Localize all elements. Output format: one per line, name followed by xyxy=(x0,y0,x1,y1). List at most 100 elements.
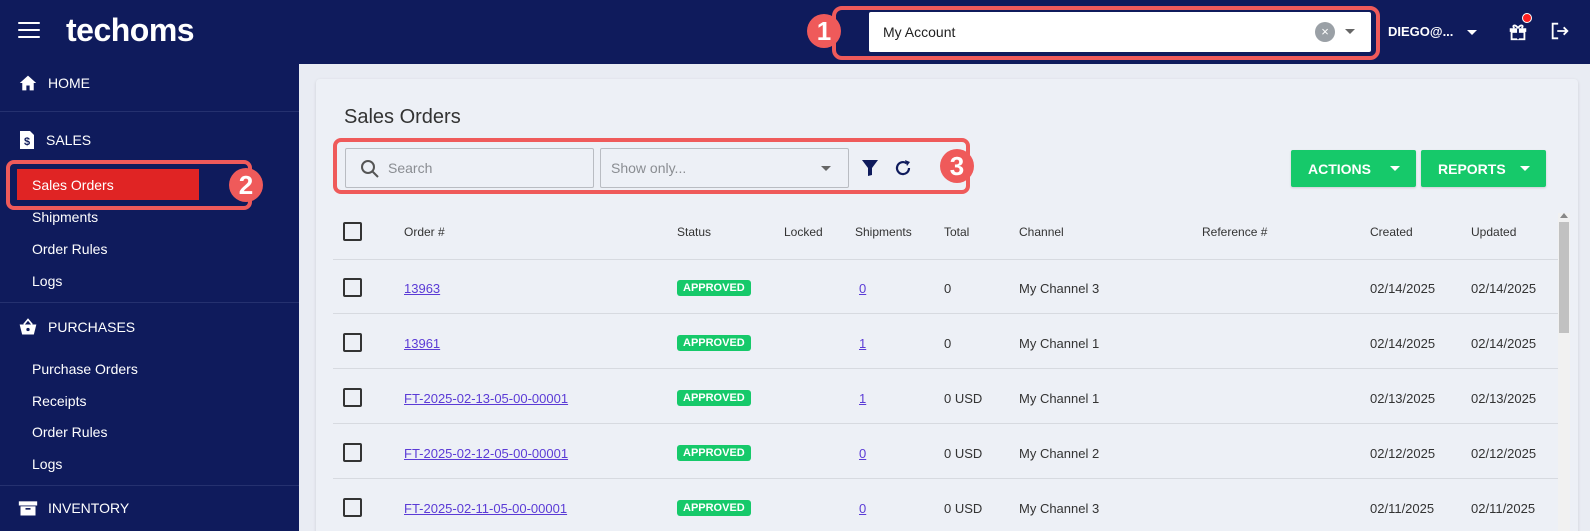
updated-cell: 02/14/2025 xyxy=(1471,281,1537,296)
row-checkbox[interactable] xyxy=(343,443,362,462)
logout-icon[interactable] xyxy=(1549,20,1571,42)
search-input[interactable]: Search xyxy=(345,148,594,188)
channel-cell: My Channel 3 xyxy=(1019,281,1100,296)
updated-cell: 02/11/2025 xyxy=(1471,501,1536,516)
updated-cell: 02/12/2025 xyxy=(1471,446,1537,461)
account-selector[interactable]: My Account × xyxy=(869,12,1371,52)
sidebar-section-inventory[interactable]: INVENTORY xyxy=(18,499,129,517)
sidebar-item-home[interactable]: HOME xyxy=(18,74,90,92)
annotation-highlight-2 xyxy=(6,160,252,210)
column-header-status[interactable]: Status xyxy=(677,225,711,239)
status-badge: APPROVED xyxy=(677,445,751,461)
order-link[interactable]: 13963 xyxy=(404,281,440,296)
actions-label: ACTIONS xyxy=(1308,160,1371,177)
sidebar-section-purchases[interactable]: PURCHASES xyxy=(18,318,135,336)
chevron-down-icon xyxy=(1390,166,1400,171)
show-only-select[interactable]: Show only... xyxy=(600,148,849,188)
column-header-created[interactable]: Created xyxy=(1370,225,1413,239)
show-only-placeholder: Show only... xyxy=(611,160,687,176)
reports-button[interactable]: REPORTS xyxy=(1421,150,1546,187)
shipments-link[interactable]: 1 xyxy=(859,336,866,351)
divider xyxy=(0,111,299,112)
home-icon xyxy=(19,75,37,91)
page-title: Sales Orders xyxy=(344,106,461,128)
column-header-updated[interactable]: Updated xyxy=(1471,225,1516,239)
row-divider xyxy=(333,478,1559,479)
created-cell: 02/12/2025 xyxy=(1370,446,1436,461)
column-header-reference[interactable]: Reference # xyxy=(1202,225,1267,239)
status-badge: APPROVED xyxy=(677,335,751,351)
divider xyxy=(0,485,299,486)
status-badge: APPROVED xyxy=(677,390,751,406)
sidebar-item-purchase-order-rules[interactable]: Order Rules xyxy=(32,424,107,440)
sidebar-item-logs[interactable]: Logs xyxy=(32,273,62,289)
search-icon xyxy=(361,160,379,178)
order-link[interactable]: FT-2025-02-13-05-00-00001 xyxy=(404,391,568,406)
channel-cell: My Channel 2 xyxy=(1019,446,1100,461)
annotation-badge-2: 2 xyxy=(229,168,263,202)
channel-cell: My Channel 1 xyxy=(1019,336,1100,351)
shipments-link[interactable]: 1 xyxy=(859,391,866,406)
order-link[interactable]: FT-2025-02-11-05-00-00001 xyxy=(404,501,567,516)
user-menu[interactable]: DIEGO@... xyxy=(1388,24,1453,39)
sidebar-item-purchase-orders[interactable]: Purchase Orders xyxy=(32,361,138,377)
updated-cell: 02/14/2025 xyxy=(1471,336,1537,351)
sidebar-item-purchase-logs[interactable]: Logs xyxy=(32,456,62,472)
scroll-up-arrow[interactable] xyxy=(1560,213,1568,218)
created-cell: 02/13/2025 xyxy=(1370,391,1436,406)
total-cell: 0 USD xyxy=(944,446,983,461)
sidebar-item-receipts[interactable]: Receipts xyxy=(32,393,86,409)
sidebar-item-order-rules[interactable]: Order Rules xyxy=(32,241,107,257)
created-cell: 02/14/2025 xyxy=(1370,336,1436,351)
chevron-down-icon[interactable] xyxy=(1467,30,1477,35)
filter-icon[interactable] xyxy=(861,159,879,177)
chevron-down-icon[interactable] xyxy=(1345,29,1355,34)
column-header-shipments[interactable]: Shipments xyxy=(855,225,912,239)
row-checkbox[interactable] xyxy=(343,278,362,297)
channel-cell: My Channel 1 xyxy=(1019,391,1100,406)
shipments-link[interactable]: 0 xyxy=(859,446,866,461)
archive-icon xyxy=(18,501,38,516)
top-bar: techoms My Account × 1 DIEGO@... xyxy=(0,0,1590,64)
actions-button[interactable]: ACTIONS xyxy=(1291,150,1416,187)
sidebar-item-label: HOME xyxy=(48,75,90,91)
column-header-channel[interactable]: Channel xyxy=(1019,225,1064,239)
shipments-link[interactable]: 0 xyxy=(859,281,866,296)
refresh-icon[interactable] xyxy=(893,158,913,178)
scrollbar-thumb[interactable] xyxy=(1559,222,1569,333)
gift-icon[interactable] xyxy=(1507,20,1529,42)
divider xyxy=(0,302,299,303)
row-checkbox[interactable] xyxy=(343,498,362,517)
sidebar-item-shipments[interactable]: Shipments xyxy=(32,209,98,225)
annotation-badge-1: 1 xyxy=(807,14,841,48)
total-cell: 0 USD xyxy=(944,391,983,406)
chevron-down-icon xyxy=(1520,166,1530,171)
column-header-total[interactable]: Total xyxy=(944,225,969,239)
notification-dot xyxy=(1522,13,1532,23)
order-link[interactable]: FT-2025-02-12-05-00-00001 xyxy=(404,446,568,461)
svg-text:$: $ xyxy=(24,136,30,148)
sales-icon: $ xyxy=(20,131,34,149)
clear-icon[interactable]: × xyxy=(1315,22,1335,42)
shipments-link[interactable]: 0 xyxy=(859,501,866,516)
channel-cell: My Channel 3 xyxy=(1019,501,1100,516)
row-divider xyxy=(333,313,1559,314)
account-selector-value: My Account xyxy=(883,24,956,40)
column-header-locked[interactable]: Locked xyxy=(784,225,823,239)
total-cell: 0 xyxy=(944,281,952,296)
sidebar-section-sales[interactable]: $ SALES xyxy=(18,130,91,150)
sidebar-section-label: PURCHASES xyxy=(48,319,136,335)
sidebar-section-label: SALES xyxy=(46,132,92,148)
reports-label: REPORTS xyxy=(1438,160,1506,177)
order-link[interactable]: 13961 xyxy=(404,336,440,351)
basket-icon xyxy=(19,318,37,335)
menu-icon[interactable] xyxy=(18,22,40,40)
column-header-order[interactable]: Order # xyxy=(404,225,445,239)
select-all-checkbox[interactable] xyxy=(343,222,362,241)
sidebar-section-label: INVENTORY xyxy=(48,500,130,516)
created-cell: 02/14/2025 xyxy=(1370,281,1436,296)
row-checkbox[interactable] xyxy=(343,333,362,352)
chevron-down-icon xyxy=(821,166,831,171)
row-checkbox[interactable] xyxy=(343,388,362,407)
total-cell: 0 USD xyxy=(944,501,983,516)
